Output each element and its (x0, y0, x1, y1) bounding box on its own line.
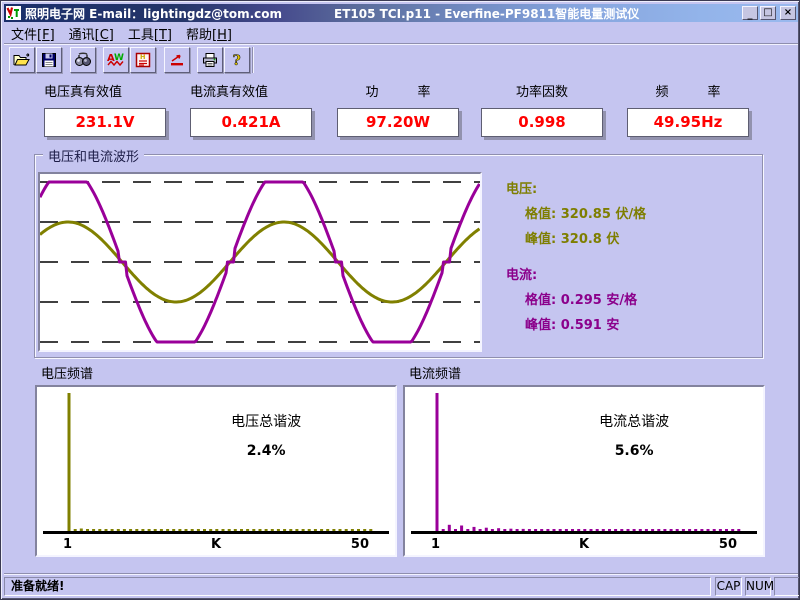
measurement-power-factor: 功率因数 0.998 (481, 81, 603, 137)
voltage-peak: 峰值: 320.8 伏 (506, 227, 646, 252)
num-lock-indicator: NUM (745, 577, 771, 596)
waveform-icon: A W (107, 52, 125, 68)
toolbar-separator (252, 47, 254, 73)
app-icon (6, 6, 21, 20)
minimize-button[interactable]: _ (742, 6, 758, 20)
open-icon (13, 52, 31, 68)
current-thd-value: 5.6% (505, 443, 763, 459)
measurement-value: 49.95Hz (627, 108, 749, 137)
title-left-text: 照明电子网 E-mail：lightingdz@tom.com (25, 5, 282, 22)
x-tick-first: 1 (63, 537, 72, 552)
waveform-legend: 电压: 格值: 320.85 伏/格 峰值: 320.8 伏 电流: 格值: 0… (506, 177, 646, 338)
svg-text:?: ? (233, 53, 241, 68)
close-button[interactable]: × (780, 6, 796, 20)
maximize-button[interactable]: □ (760, 6, 776, 20)
x-tick-mid: K (579, 537, 589, 552)
print-icon (201, 52, 219, 68)
harmonics-table-button[interactable]: H (130, 47, 156, 73)
measurement-voltage-rms: 电压真有效值 231.1V (44, 81, 166, 137)
current-info: 电流: 格值: 0.295 安/格 峰值: 0.591 安 (506, 263, 646, 338)
waveform-group-title: 电压和电流波形 (43, 146, 144, 165)
toolbar: A W H (4, 45, 798, 75)
measurement-value: 97.20W (337, 108, 459, 137)
measurement-current-rms: 电流真有效值 0.421A (190, 81, 312, 137)
x-tick-mid: K (211, 537, 221, 552)
window-title: ET105 TCI.p11 - Everfine-PF9811智能电量测试仪 (334, 5, 639, 22)
menu-help[interactable]: 帮助[H] (179, 22, 239, 45)
current-thd-title: 电流总谐波 (505, 411, 763, 431)
calibrate-icon (169, 52, 185, 68)
save-icon (41, 52, 57, 68)
measurement-value: 0.998 (481, 108, 603, 137)
calibrate-button[interactable] (164, 47, 190, 73)
x-tick-last: 50 (351, 537, 369, 552)
x-tick-first: 1 (431, 537, 440, 552)
voltage-per-div: 格值: 320.85 伏/格 (506, 202, 646, 227)
measurement-value: 231.1V (44, 108, 166, 137)
help-icon: ? (230, 52, 244, 68)
voltage-info: 电压: 格值: 320.85 伏/格 峰值: 320.8 伏 (506, 177, 646, 252)
measurement-label: 功率因数 (481, 81, 603, 101)
measurement-label: 功 率 (337, 81, 459, 101)
waveform-view-button[interactable]: A W (103, 47, 129, 73)
status-bar: 准备就绪! CAP NUM (4, 575, 798, 598)
voltage-heading: 电压: (506, 177, 646, 202)
menu-bar: 文件[F] 通讯[C] 工具[T] 帮助[H] (4, 23, 798, 44)
current-peak: 峰值: 0.591 安 (506, 313, 646, 338)
title-bar[interactable]: 照明电子网 E-mail：lightingdz@tom.com ET105 TC… (4, 4, 798, 22)
measurement-value: 0.421A (190, 108, 312, 137)
menu-tools[interactable]: 工具[T] (121, 22, 179, 45)
binoculars-icon (74, 52, 92, 68)
waveform-plot (38, 172, 482, 352)
status-message: 准备就绪! (4, 577, 711, 596)
current-spectrum-panel: 电流总谐波 5.6% 1 K 50 (403, 385, 765, 557)
waveform-chart (40, 174, 480, 350)
measurement-label: 频 率 (627, 81, 749, 101)
voltage-thd-value: 2.4% (137, 443, 395, 459)
measurement-power: 功 率 97.20W (337, 81, 459, 137)
window-controls: _ □ × (740, 6, 796, 20)
measurement-label: 电流真有效值 (190, 81, 312, 101)
voltage-spectrum-panel: 电压总谐波 2.4% 1 K 50 (35, 385, 397, 557)
measurement-frequency: 频 率 49.95Hz (627, 81, 749, 137)
harmonics-table-icon: H (135, 52, 151, 68)
menu-file[interactable]: 文件[F] (4, 22, 62, 45)
x-tick-last: 50 (719, 537, 737, 552)
voltage-thd-title: 电压总谐波 (137, 411, 395, 431)
svg-text:H: H (140, 53, 145, 61)
app-window: 照明电子网 E-mail：lightingdz@tom.com ET105 TC… (0, 0, 800, 600)
measurement-label: 电压真有效值 (44, 81, 166, 101)
current-heading: 电流: (506, 263, 646, 288)
print-button[interactable] (197, 47, 223, 73)
help-button[interactable]: ? (224, 47, 250, 73)
open-button[interactable] (9, 47, 35, 73)
caps-lock-indicator: CAP (715, 577, 742, 596)
save-button[interactable] (36, 47, 62, 73)
current-spectrum-label: 电流频谱 (409, 363, 461, 382)
voltage-spectrum-label: 电压频谱 (41, 363, 93, 382)
current-per-div: 格值: 0.295 安/格 (506, 288, 646, 313)
status-extra-panel (774, 577, 800, 596)
connect-button[interactable] (70, 47, 96, 73)
menu-comm[interactable]: 通讯[C] (62, 22, 121, 45)
